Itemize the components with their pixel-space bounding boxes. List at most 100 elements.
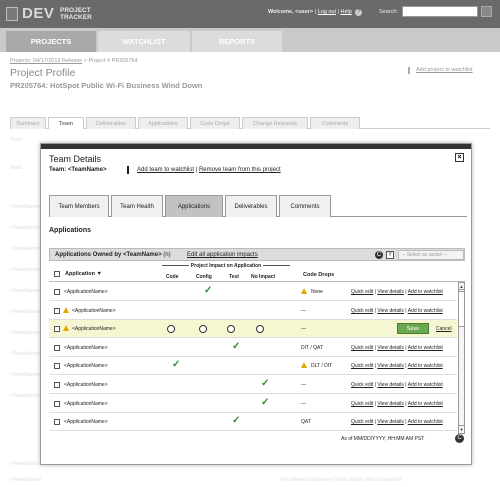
section-title: Applications	[49, 227, 92, 234]
quick-edit-link[interactable]: Quick edit	[351, 401, 373, 407]
row-checkbox[interactable]	[54, 382, 60, 388]
help-icon[interactable]: ?	[355, 9, 363, 16]
edit-all-impacts-link[interactable]: Edit all application impacts	[187, 252, 258, 258]
impact-radio-code[interactable]	[167, 325, 175, 334]
table-row[interactable]: <ApplicationName> ✓ None Quick edit | View …	[49, 283, 457, 301]
add-project-watchlist-link[interactable]: Add project to watchlist	[416, 67, 473, 73]
view-details-link[interactable]: View details	[377, 419, 404, 425]
row-checkbox[interactable]	[54, 307, 60, 314]
quick-edit-link[interactable]: Quick edit	[351, 289, 373, 295]
warning-icon	[63, 325, 69, 332]
application-name: <ApplicationName>	[64, 400, 108, 407]
owned-label-text: Applications Owned by <TeamName>	[55, 252, 162, 258]
row-checkbox[interactable]	[54, 363, 60, 370]
help-link[interactable]: Help	[341, 9, 352, 15]
table-row[interactable]: <ApplicationName> — Save Cancel	[49, 320, 457, 339]
table-row[interactable]: <ApplicationName> ✓ DLT / DIT Quick edit | …	[49, 357, 457, 376]
view-details-link[interactable]: View details	[377, 345, 404, 351]
applications-owned-label: Applications Owned by <TeamName> (n)	[55, 252, 171, 258]
logout-link[interactable]: Log out	[318, 9, 336, 15]
flag-icon	[408, 67, 413, 74]
row-checkbox[interactable]	[54, 344, 60, 351]
modal-top-bar	[41, 144, 471, 149]
quick-edit-link[interactable]: Quick edit	[351, 363, 373, 369]
tab-summary[interactable]: Summary	[10, 117, 46, 129]
row-checkbox[interactable]	[54, 419, 60, 426]
save-button[interactable]: Save	[397, 323, 429, 335]
scrollbar[interactable]: ▲ ▼	[458, 282, 465, 434]
view-details-link[interactable]: View details	[377, 289, 404, 295]
table-row[interactable]: <ApplicationName> ✓ DIT / QAT Quick edit | …	[49, 339, 457, 357]
refresh-icon[interactable]: C	[455, 434, 464, 443]
view-details-link[interactable]: View details	[377, 382, 404, 388]
nav-tab-projects[interactable]: PROJECTS	[6, 31, 96, 52]
view-details-link[interactable]: View details	[377, 401, 404, 407]
refresh-icon[interactable]: C	[375, 251, 383, 259]
scroll-down-arrow[interactable]: ▼	[459, 425, 464, 432]
warning-icon	[63, 306, 69, 313]
add-to-watchlist-link[interactable]: Add to watchlist	[408, 382, 443, 388]
tab-team-health[interactable]: Team Health	[111, 195, 163, 217]
view-details-link[interactable]: View details	[377, 308, 404, 314]
impact-radio-test[interactable]	[227, 325, 235, 334]
impact-radio-no-impact[interactable]	[256, 325, 264, 334]
add-to-watchlist-link[interactable]: Add to watchlist	[408, 419, 443, 425]
quick-edit-link[interactable]: Quick edit	[351, 419, 373, 425]
application-name: <ApplicationName>	[64, 419, 108, 426]
table-header: Application ▼ Project Impact on Applicat…	[49, 263, 465, 282]
row-checkbox[interactable]	[54, 400, 60, 407]
tab-team-members[interactable]: Team Members	[49, 195, 109, 217]
table-row[interactable]: <ApplicationName> ✓ — Quick edit | View det…	[49, 376, 457, 394]
quick-edit-link[interactable]: Quick edit	[351, 308, 373, 314]
add-to-watchlist-link[interactable]: Add to watchlist	[408, 308, 443, 314]
table-row[interactable]: <ApplicationName> ✓ QAT Quick edit | View d…	[49, 413, 457, 432]
remove-team-link[interactable]: Remove team from this project	[199, 167, 281, 173]
logo-text: DEV	[22, 5, 55, 22]
cancel-link[interactable]: Cancel	[436, 326, 452, 332]
code-drop-value: —	[301, 400, 306, 407]
add-to-watchlist-link[interactable]: Add to watchlist	[408, 363, 443, 369]
action-select[interactable]: -- Select an action --	[398, 250, 464, 260]
table-row[interactable]: <ApplicationName> ✓ — Quick edit | View det…	[49, 395, 457, 413]
tab-deliverables[interactable]: Deliverables	[225, 195, 277, 217]
view-details-link[interactable]: View details	[377, 363, 404, 369]
search-input[interactable]	[402, 6, 478, 17]
code-drop-value: —	[301, 326, 306, 333]
tab-deliverables[interactable]: Deliverables	[86, 117, 136, 129]
add-to-watchlist-link[interactable]: Add to watchlist	[408, 401, 443, 407]
table-row[interactable]: <ApplicationName> — Quick edit | View deta…	[49, 302, 457, 320]
impact-radio-config[interactable]	[199, 325, 207, 334]
select-all-checkbox[interactable]	[54, 271, 60, 277]
nav-tab-reports[interactable]: REPORTS	[192, 31, 282, 52]
quick-edit-link[interactable]: Quick edit	[351, 345, 373, 351]
nav-tab-watchlist[interactable]: WATCHLIST	[98, 31, 190, 52]
app-header: DEV PROJECT TRACKER Welcome, <user> | Lo…	[0, 0, 500, 28]
column-application[interactable]: Application ▼	[65, 271, 102, 277]
tab-applications[interactable]: Applications	[165, 195, 223, 217]
column-group-impact: Project Impact on Application	[162, 263, 290, 272]
row-actions: Quick edit | View details | Add to watch…	[351, 289, 443, 295]
close-icon[interactable]: ×	[455, 153, 464, 162]
tab-code-drops[interactable]: Code Drops	[190, 117, 240, 129]
tab-comments[interactable]: Comments	[279, 195, 331, 217]
quick-edit-link[interactable]: Quick edit	[351, 382, 373, 388]
breadcrumb-link[interactable]: Projects: 04/17/2013 Release	[10, 58, 82, 64]
column-code: Code	[166, 274, 179, 280]
add-to-watchlist-link[interactable]: Add to watchlist	[408, 345, 443, 351]
add-to-watchlist-link[interactable]: Add to watchlist	[408, 289, 443, 295]
row-checkbox[interactable]	[54, 289, 60, 295]
code-drop-value: —	[301, 382, 306, 388]
scroll-up-arrow[interactable]: ▲	[459, 283, 464, 290]
tab-team[interactable]: Team	[48, 117, 84, 129]
add-team-watchlist-link[interactable]: Add team to watchlist	[137, 167, 194, 173]
tab-comments[interactable]: Comments	[310, 117, 360, 129]
scroll-thumb[interactable]	[459, 291, 464, 327]
breadcrumb-current: > Project # PR205764	[82, 58, 138, 64]
row-checkbox[interactable]	[54, 326, 60, 333]
warning-icon	[301, 288, 307, 294]
tab-applications[interactable]: Applications	[138, 117, 188, 129]
search-button[interactable]	[481, 6, 492, 17]
application-name: <ApplicationName>	[72, 326, 116, 333]
tab-change-requests[interactable]: Change Requests	[242, 117, 308, 129]
filter-icon[interactable]: Y	[386, 251, 394, 259]
